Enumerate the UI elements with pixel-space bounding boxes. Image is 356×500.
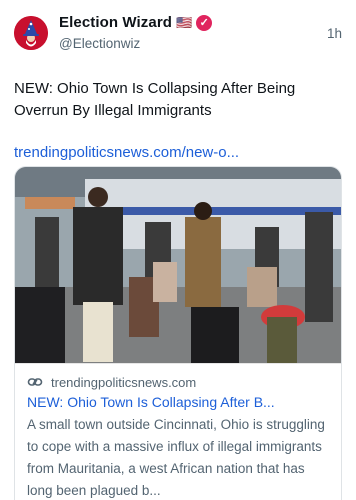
wizard-avatar-icon (14, 16, 48, 50)
card-description: A small town outside Cincinnati, Ohio is… (27, 417, 325, 498)
display-name[interactable]: Election Wizard (59, 14, 172, 33)
card-domain: trendingpoliticsnews.com (51, 374, 197, 390)
us-flag-icon: 🇺🇸 (176, 15, 193, 31)
card-domain-row: trendingpoliticsnews.com (27, 374, 329, 390)
post-text: NEW: Ohio Town Is Collapsing After Being… (14, 80, 296, 119)
author-handle[interactable]: @Electionwiz (59, 36, 327, 53)
card-body: trendingpoliticsnews.com NEW: Ohio Town … (15, 363, 341, 500)
link-icon (27, 378, 43, 386)
card-image[interactable] (15, 167, 342, 363)
post-link[interactable]: trendingpoliticsnews.com/new-o... (14, 144, 342, 161)
display-name-row: Election Wizard 🇺🇸 ✓ (59, 14, 327, 33)
post-header: Election Wizard 🇺🇸 ✓ @Electionwiz 1h (14, 14, 342, 58)
verified-badge-icon: ✓ (196, 15, 213, 32)
link-preview-card[interactable]: trendingpoliticsnews.com NEW: Ohio Town … (14, 166, 342, 500)
post-timestamp[interactable]: 1h (327, 26, 342, 41)
card-title[interactable]: NEW: Ohio Town Is Collapsing After B... (27, 394, 329, 410)
post[interactable]: Election Wizard 🇺🇸 ✓ @Electionwiz 1h NEW… (0, 0, 356, 500)
avatar[interactable] (14, 16, 48, 50)
author-names: Election Wizard 🇺🇸 ✓ @Electionwiz (59, 14, 327, 53)
